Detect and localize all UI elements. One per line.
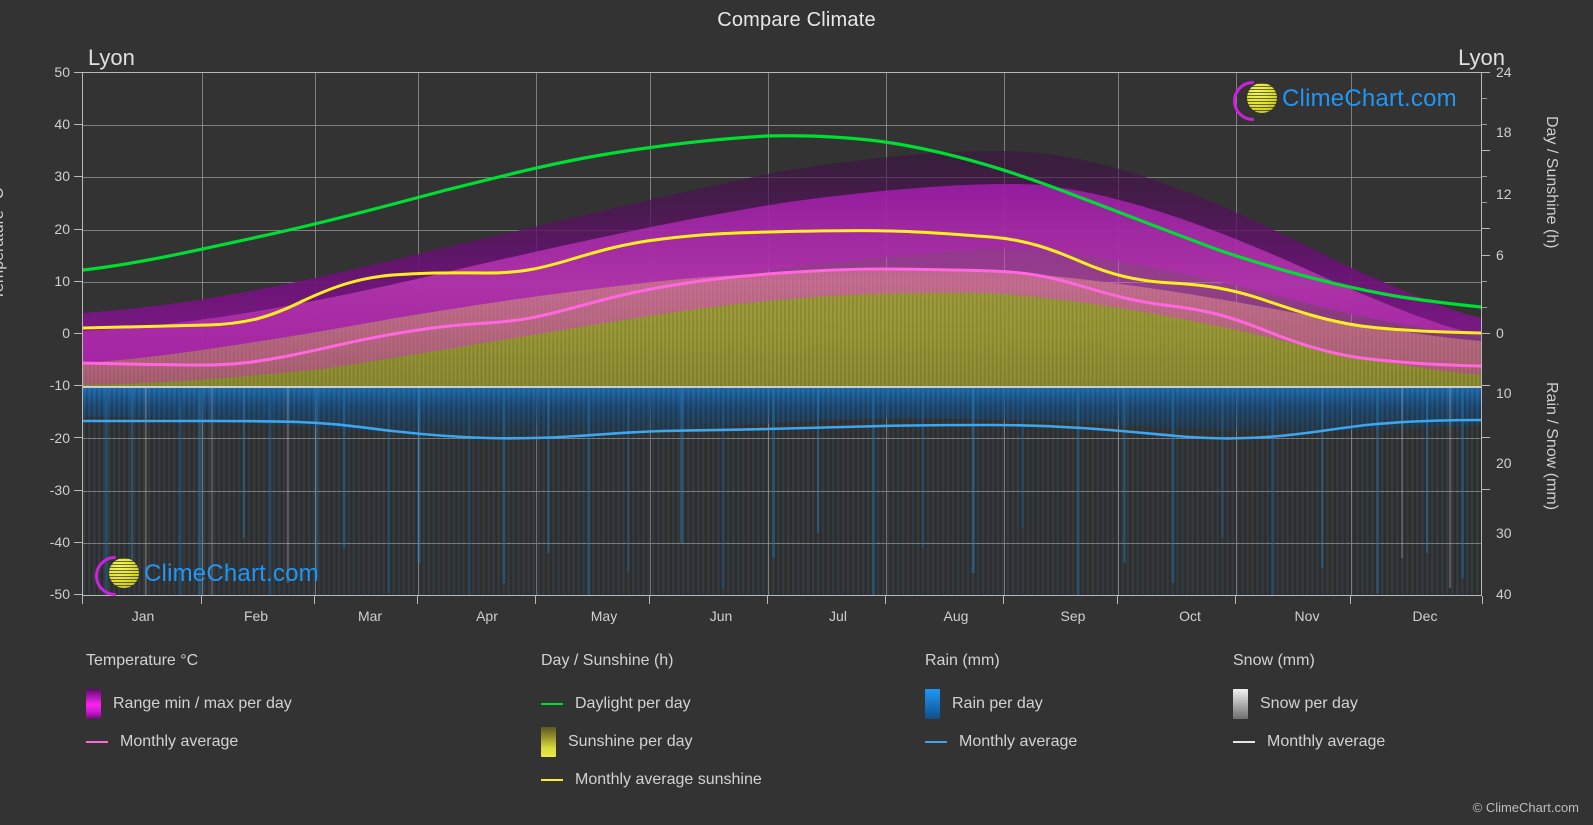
left-axis-title: Temperature °C [0, 187, 7, 300]
x-axis-tick-jan: Jan [131, 608, 155, 624]
legend-label: Monthly average [959, 733, 1078, 750]
left-axis-tick: -10 [49, 377, 70, 393]
legend-label: Rain per day [952, 695, 1043, 712]
legend-label: Range min / max per day [113, 695, 292, 712]
left-axis-tick: -50 [49, 586, 70, 602]
left-axis-tick: 50 [54, 64, 70, 80]
legend-item-rain[interactable]: Rain per day [925, 685, 1077, 723]
copyright-notice: © ClimeChart.com [1472, 800, 1579, 815]
x-axis-tick-feb: Feb [243, 608, 269, 624]
legend-item-sunshine[interactable]: Sunshine per day [541, 723, 762, 761]
left-axis-tick: -30 [49, 482, 70, 498]
x-axis-tick-jun: Jun [709, 608, 733, 624]
x-axis-tick-jul: Jul [829, 608, 847, 624]
zero-reference-line [83, 385, 1481, 388]
legend-label: Monthly average [120, 733, 239, 750]
left-axis-tick: 40 [54, 116, 70, 132]
right-axis-tick-bottom: 30 [1496, 525, 1512, 541]
right-axis-tick-top: 18 [1496, 124, 1512, 140]
legend-group-rain: Rain (mm) Rain per day Monthly average [925, 652, 1077, 761]
left-axis-tick: 30 [54, 168, 70, 184]
legend-group-snow: Snow (mm) Snow per day Monthly average [1233, 652, 1385, 761]
legend-title-temperature: Temperature °C [86, 652, 199, 669]
legend-item-temperature-average[interactable]: Monthly average [86, 723, 292, 761]
legend-line-temperature-average [86, 741, 108, 743]
legend-swatch-rain [925, 689, 940, 719]
legend-group-temperature: Temperature °C Range min / max per day M… [86, 652, 292, 761]
right-axis-tick-top: 24 [1496, 64, 1512, 80]
x-axis-tick-nov: Nov [1294, 608, 1320, 624]
right-axis-tick-top: 12 [1496, 186, 1512, 202]
right-axis-tick-bottom: 20 [1496, 455, 1512, 471]
legend-title-rain: Rain (mm) [925, 652, 1000, 669]
climate-chart-page: Compare Climate Lyon Lyon Temperature °C… [0, 0, 1593, 825]
legend-label: Sunshine per day [568, 733, 693, 750]
logo-sphere-icon [109, 558, 139, 588]
legend-item-daylight[interactable]: Daylight per day [541, 685, 762, 723]
left-axis-tick: 0 [62, 325, 70, 341]
watermark-logo-text: ClimeChart.com [1282, 85, 1457, 112]
right-axis-title-bottom: Rain / Snow (mm) [1543, 382, 1560, 511]
x-axis-tick-aug: Aug [943, 608, 969, 624]
logo-sphere-icon [1247, 83, 1277, 113]
x-axis-tick-oct: Oct [1179, 608, 1201, 624]
legend-swatch-snow [1233, 689, 1248, 719]
watermark-logo-text: ClimeChart.com [144, 560, 319, 587]
legend-line-snow-average [1233, 741, 1255, 743]
left-axis-tick: -20 [49, 430, 70, 446]
legend-label: Monthly average [1267, 733, 1386, 750]
chart-data-layer [83, 134, 1481, 595]
legend-group-daysunshine: Day / Sunshine (h) Daylight per day Suns… [541, 652, 762, 799]
x-axis-tick-dec: Dec [1412, 608, 1438, 624]
x-axis-tick-may: May [590, 608, 618, 624]
plot-area [82, 72, 1482, 596]
legend-label: Snow per day [1260, 695, 1358, 712]
right-axis-tick-bottom: 10 [1496, 385, 1512, 401]
legend-title-snow: Snow (mm) [1233, 652, 1315, 669]
legend-item-temperature-range[interactable]: Range min / max per day [86, 685, 292, 723]
legend-line-daylight [541, 703, 563, 705]
left-axis-tick: 20 [54, 221, 70, 237]
right-axis-title-top: Day / Sunshine (h) [1543, 116, 1560, 249]
legend-label: Daylight per day [575, 695, 691, 712]
legend-item-sunshine-average[interactable]: Monthly average sunshine [541, 761, 762, 799]
watermark-logo-top: ClimeChart.com [1233, 79, 1457, 121]
legend-item-snow-average[interactable]: Monthly average [1233, 723, 1385, 761]
city-label-left: Lyon [88, 45, 135, 70]
watermark-logo-bottom: ClimeChart.com [95, 554, 319, 596]
right-axis-tick-bottom: 40 [1496, 586, 1512, 602]
chart-legend: Temperature °C Range min / max per day M… [0, 652, 1593, 802]
legend-item-snow[interactable]: Snow per day [1233, 685, 1385, 723]
legend-title-daysunshine: Day / Sunshine (h) [541, 652, 674, 669]
legend-item-rain-average[interactable]: Monthly average [925, 723, 1077, 761]
x-axis-tick-mar: Mar [357, 608, 383, 624]
legend-line-rain-average [925, 741, 947, 743]
page-title: Compare Climate [717, 9, 876, 31]
x-axis-tick-apr: Apr [476, 608, 498, 624]
x-axis-tick-sep: Sep [1060, 608, 1086, 624]
left-axis-tick: 10 [54, 273, 70, 289]
legend-line-sunshine-average [541, 779, 563, 781]
left-axis-tick: -40 [49, 534, 70, 550]
legend-swatch-temperature-range [86, 689, 101, 719]
right-axis-tick-top: 0 [1496, 325, 1504, 341]
right-axis-tick-top: 6 [1496, 247, 1504, 263]
legend-swatch-sunshine [541, 727, 556, 757]
climechart-logo-icon [95, 554, 139, 596]
climechart-logo-icon [1233, 79, 1277, 121]
legend-label: Monthly average sunshine [575, 771, 762, 788]
